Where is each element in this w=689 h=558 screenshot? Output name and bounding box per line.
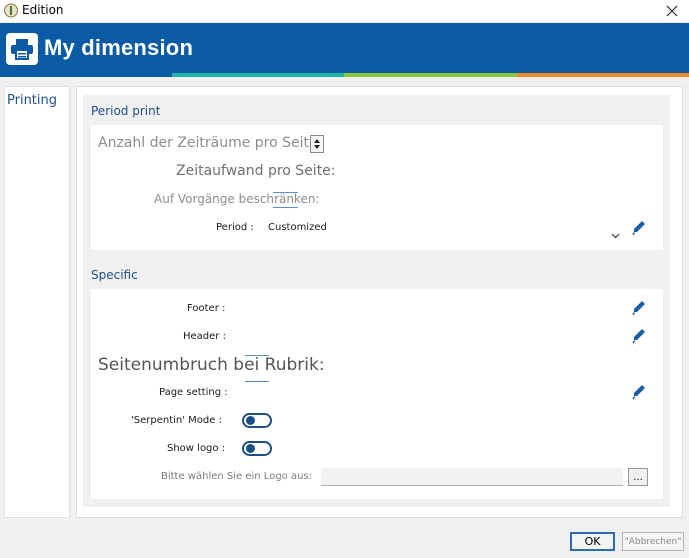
edit-page-setting-pencil-icon[interactable] (632, 384, 646, 400)
footer-label: Footer : (187, 303, 226, 314)
logo-select-label: Bitte wählen Sie ein Logo aus: (161, 471, 313, 482)
logo-path-field[interactable] (321, 468, 623, 486)
accent-stripe (172, 73, 344, 77)
time-per-page-label: Zeitaufwand pro Seite: (176, 163, 336, 179)
focus-marker (273, 192, 298, 193)
accent-stripe (0, 73, 172, 77)
accent-stripe (517, 73, 689, 77)
sidebar-item-printing[interactable]: Printing (7, 93, 57, 108)
ok-button[interactable]: OK (570, 532, 615, 551)
close-icon[interactable] (661, 0, 683, 22)
period-print-panel: Anzahl der Zeiträume pro Seite: Zeitaufw… (91, 125, 663, 250)
focus-marker (245, 355, 269, 356)
stepper-down-icon[interactable] (314, 145, 320, 149)
serpentin-mode-toggle[interactable] (242, 413, 272, 428)
page-title: My dimension (44, 35, 194, 60)
specific-group: Specific Footer : Header : Seitenumbruch… (83, 259, 670, 507)
cancel-button[interactable]: "Abbrechen" (622, 532, 684, 551)
periods-per-page-label: Anzahl der Zeiträume pro Seite: (98, 135, 323, 151)
printer-icon (6, 33, 38, 65)
toggle-knob (246, 416, 255, 425)
sidebar: Printing (4, 86, 70, 518)
toggle-knob (246, 444, 255, 453)
period-label: Period : (216, 222, 254, 233)
serpentin-mode-label: 'Serpentin' Mode : (131, 415, 222, 426)
period-select-value[interactable]: Customized (268, 222, 327, 233)
period-print-group: Period print Anzahl der Zeiträume pro Se… (83, 95, 670, 259)
restrict-to-tasks-label: Auf Vorgänge beschränken: (154, 192, 320, 206)
periods-per-page-stepper[interactable] (310, 135, 324, 153)
accent-stripe (344, 73, 517, 77)
specific-panel: Footer : Header : Seitenumbruch bei Rubr… (91, 289, 663, 499)
header-label: Header : (183, 331, 226, 342)
edit-footer-pencil-icon[interactable] (632, 300, 646, 316)
focus-marker (245, 381, 269, 382)
window-titlebar: Edition (0, 0, 689, 22)
show-logo-label: Show logo : (167, 443, 226, 454)
section-title: Period print (91, 104, 161, 118)
section-title: Specific (91, 268, 138, 282)
page-break-label: Seitenumbruch bei Rubrik: (98, 355, 325, 375)
main-content: Period print Anzahl der Zeiträume pro Se… (76, 86, 683, 518)
page-setting-label: Page setting : (159, 387, 228, 398)
edit-header-pencil-icon[interactable] (632, 328, 646, 344)
show-logo-toggle[interactable] (242, 441, 272, 456)
edit-period-pencil-icon[interactable] (632, 220, 646, 236)
window-title: Edition (22, 3, 64, 17)
stepper-up-icon[interactable] (314, 139, 320, 143)
browse-logo-button[interactable]: ... (628, 468, 648, 486)
app-icon (4, 3, 18, 18)
focus-marker (273, 207, 298, 208)
chevron-down-icon[interactable] (611, 224, 620, 243)
header-banner: My dimension (0, 23, 689, 73)
